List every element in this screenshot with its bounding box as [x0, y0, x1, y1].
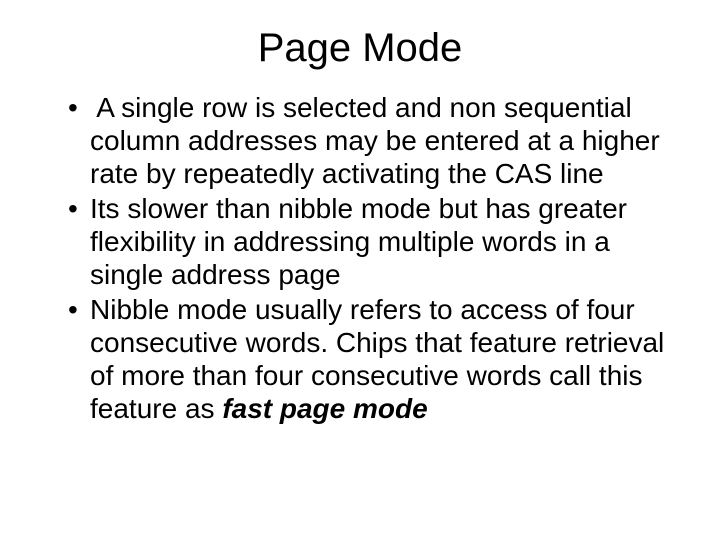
- list-item: A single row is selected and non sequent…: [50, 91, 670, 190]
- list-item: Its slower than nibble mode but has grea…: [50, 192, 670, 291]
- list-item: Nibble mode usually refers to access of …: [50, 293, 670, 425]
- page-title: Page Mode: [50, 26, 670, 71]
- bullet-list: A single row is selected and non sequent…: [50, 91, 670, 425]
- emphasis-text: fast page mode: [222, 393, 427, 424]
